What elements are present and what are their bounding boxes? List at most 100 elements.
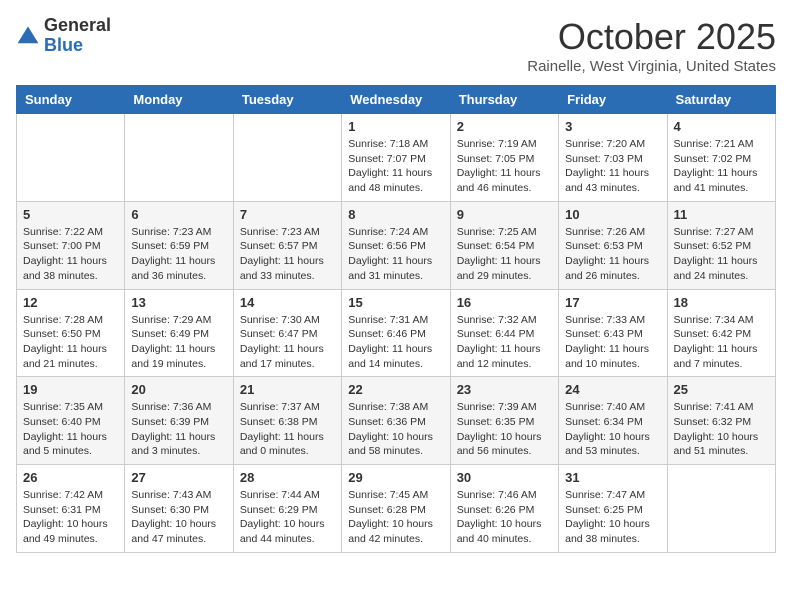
day-info: Sunrise: 7:36 AMSunset: 6:39 PMDaylight:…: [131, 400, 226, 459]
day-info: Sunrise: 7:24 AMSunset: 6:56 PMDaylight:…: [348, 225, 443, 284]
day-info: Sunrise: 7:47 AMSunset: 6:25 PMDaylight:…: [565, 488, 660, 547]
calendar-week-5: 26 Sunrise: 7:42 AMSunset: 6:31 PMDayligh…: [17, 465, 776, 553]
day-number: 21: [240, 382, 335, 397]
day-info: Sunrise: 7:26 AMSunset: 6:53 PMDaylight:…: [565, 225, 660, 284]
page-header: General Blue October 2025 Rainelle, West…: [16, 16, 776, 75]
day-info: Sunrise: 7:27 AMSunset: 6:52 PMDaylight:…: [674, 225, 769, 284]
header-day-tuesday: Tuesday: [233, 86, 341, 114]
day-info: Sunrise: 7:22 AMSunset: 7:00 PMDaylight:…: [23, 225, 118, 284]
calendar-day-9: 9 Sunrise: 7:25 AMSunset: 6:54 PMDaylight…: [450, 201, 558, 289]
header-row: SundayMondayTuesdayWednesdayThursdayFrid…: [17, 86, 776, 114]
day-number: 4: [674, 119, 769, 134]
day-number: 28: [240, 470, 335, 485]
header-day-thursday: Thursday: [450, 86, 558, 114]
header-day-sunday: Sunday: [17, 86, 125, 114]
calendar-day-14: 14 Sunrise: 7:30 AMSunset: 6:47 PMDayligh…: [233, 289, 341, 377]
day-number: 7: [240, 207, 335, 222]
calendar-day-17: 17Sunrise: 7:33 AMSunset: 6:43 PMDayligh…: [559, 289, 667, 377]
logo: General Blue: [16, 16, 111, 56]
day-info: Sunrise: 7:46 AMSunset: 6:26 PMDaylight:…: [457, 488, 552, 547]
calendar-day-11: 11 Sunrise: 7:27 AMSunset: 6:52 PMDayligh…: [667, 201, 775, 289]
day-info: Sunrise: 7:28 AMSunset: 6:50 PMDaylight:…: [23, 313, 118, 372]
day-number: 8: [348, 207, 443, 222]
calendar-week-4: 19Sunrise: 7:35 AMSunset: 6:40 PMDayligh…: [17, 377, 776, 465]
header-day-saturday: Saturday: [667, 86, 775, 114]
day-number: 18: [674, 295, 769, 310]
header-day-wednesday: Wednesday: [342, 86, 450, 114]
day-number: 11: [674, 207, 769, 222]
day-number: 9: [457, 207, 552, 222]
calendar-day-30: 30 Sunrise: 7:46 AMSunset: 6:26 PMDayligh…: [450, 465, 558, 553]
header-day-friday: Friday: [559, 86, 667, 114]
day-number: 31: [565, 470, 660, 485]
calendar-day-6: 6 Sunrise: 7:23 AMSunset: 6:59 PMDaylight…: [125, 201, 233, 289]
day-number: 22: [348, 382, 443, 397]
day-number: 27: [131, 470, 226, 485]
day-info: Sunrise: 7:38 AMSunset: 6:36 PMDaylight:…: [348, 400, 443, 459]
day-info: Sunrise: 7:40 AMSunset: 6:34 PMDaylight:…: [565, 400, 660, 459]
day-number: 29: [348, 470, 443, 485]
day-info: Sunrise: 7:29 AMSunset: 6:49 PMDaylight:…: [131, 313, 226, 372]
empty-cell: [667, 465, 775, 553]
calendar-day-26: 26 Sunrise: 7:42 AMSunset: 6:31 PMDayligh…: [17, 465, 125, 553]
calendar-day-27: 27Sunrise: 7:43 AMSunset: 6:30 PMDayligh…: [125, 465, 233, 553]
day-info: Sunrise: 7:35 AMSunset: 6:40 PMDaylight:…: [23, 400, 118, 459]
day-number: 20: [131, 382, 226, 397]
calendar-day-20: 20 Sunrise: 7:36 AMSunset: 6:39 PMDayligh…: [125, 377, 233, 465]
calendar-day-10: 10 Sunrise: 7:26 AMSunset: 6:53 PMDayligh…: [559, 201, 667, 289]
calendar-day-19: 19Sunrise: 7:35 AMSunset: 6:40 PMDayligh…: [17, 377, 125, 465]
calendar-day-29: 29Sunrise: 7:45 AMSunset: 6:28 PMDayligh…: [342, 465, 450, 553]
day-info: Sunrise: 7:34 AMSunset: 6:42 PMDaylight:…: [674, 313, 769, 372]
day-info: Sunrise: 7:25 AMSunset: 6:54 PMDaylight:…: [457, 225, 552, 284]
day-info: Sunrise: 7:41 AMSunset: 6:32 PMDaylight:…: [674, 400, 769, 459]
calendar-week-1: 1Sunrise: 7:18 AMSunset: 7:07 PMDaylight…: [17, 114, 776, 202]
day-number: 24: [565, 382, 660, 397]
day-info: Sunrise: 7:30 AMSunset: 6:47 PMDaylight:…: [240, 313, 335, 372]
day-number: 5: [23, 207, 118, 222]
calendar-week-2: 5 Sunrise: 7:22 AMSunset: 7:00 PMDaylight…: [17, 201, 776, 289]
day-info: Sunrise: 7:18 AMSunset: 7:07 PMDaylight:…: [348, 137, 443, 196]
calendar-day-15: 15Sunrise: 7:31 AMSunset: 6:46 PMDayligh…: [342, 289, 450, 377]
day-number: 6: [131, 207, 226, 222]
day-number: 25: [674, 382, 769, 397]
calendar-day-4: 4 Sunrise: 7:21 AMSunset: 7:02 PMDaylight…: [667, 114, 775, 202]
empty-cell: [125, 114, 233, 202]
day-info: Sunrise: 7:42 AMSunset: 6:31 PMDaylight:…: [23, 488, 118, 547]
logo-icon: [16, 24, 40, 48]
day-number: 14: [240, 295, 335, 310]
day-info: Sunrise: 7:23 AMSunset: 6:59 PMDaylight:…: [131, 225, 226, 284]
day-info: Sunrise: 7:21 AMSunset: 7:02 PMDaylight:…: [674, 137, 769, 196]
day-number: 30: [457, 470, 552, 485]
logo-text: General Blue: [44, 16, 111, 56]
logo-general: General: [44, 16, 111, 36]
calendar-day-28: 28 Sunrise: 7:44 AMSunset: 6:29 PMDayligh…: [233, 465, 341, 553]
day-info: Sunrise: 7:20 AMSunset: 7:03 PMDaylight:…: [565, 137, 660, 196]
calendar-body: 1Sunrise: 7:18 AMSunset: 7:07 PMDaylight…: [17, 114, 776, 553]
calendar-day-13: 13Sunrise: 7:29 AMSunset: 6:49 PMDayligh…: [125, 289, 233, 377]
calendar-day-31: 31 Sunrise: 7:47 AMSunset: 6:25 PMDayligh…: [559, 465, 667, 553]
day-number: 17: [565, 295, 660, 310]
calendar-week-3: 12 Sunrise: 7:28 AMSunset: 6:50 PMDayligh…: [17, 289, 776, 377]
calendar-day-21: 21Sunrise: 7:37 AMSunset: 6:38 PMDayligh…: [233, 377, 341, 465]
calendar-day-2: 2 Sunrise: 7:19 AMSunset: 7:05 PMDaylight…: [450, 114, 558, 202]
day-number: 12: [23, 295, 118, 310]
calendar-table: SundayMondayTuesdayWednesdayThursdayFrid…: [16, 85, 776, 553]
calendar-day-5: 5 Sunrise: 7:22 AMSunset: 7:00 PMDaylight…: [17, 201, 125, 289]
day-info: Sunrise: 7:44 AMSunset: 6:29 PMDaylight:…: [240, 488, 335, 547]
calendar-day-3: 3Sunrise: 7:20 AMSunset: 7:03 PMDaylight…: [559, 114, 667, 202]
day-number: 10: [565, 207, 660, 222]
day-number: 15: [348, 295, 443, 310]
empty-cell: [233, 114, 341, 202]
calendar-day-25: 25 Sunrise: 7:41 AMSunset: 6:32 PMDayligh…: [667, 377, 775, 465]
day-info: Sunrise: 7:19 AMSunset: 7:05 PMDaylight:…: [457, 137, 552, 196]
day-number: 2: [457, 119, 552, 134]
calendar-day-24: 24 Sunrise: 7:40 AMSunset: 6:34 PMDayligh…: [559, 377, 667, 465]
calendar-day-7: 7Sunrise: 7:23 AMSunset: 6:57 PMDaylight…: [233, 201, 341, 289]
day-number: 26: [23, 470, 118, 485]
day-info: Sunrise: 7:39 AMSunset: 6:35 PMDaylight:…: [457, 400, 552, 459]
calendar-day-12: 12 Sunrise: 7:28 AMSunset: 6:50 PMDayligh…: [17, 289, 125, 377]
header-day-monday: Monday: [125, 86, 233, 114]
logo-blue: Blue: [44, 36, 111, 56]
day-info: Sunrise: 7:32 AMSunset: 6:44 PMDaylight:…: [457, 313, 552, 372]
day-number: 23: [457, 382, 552, 397]
